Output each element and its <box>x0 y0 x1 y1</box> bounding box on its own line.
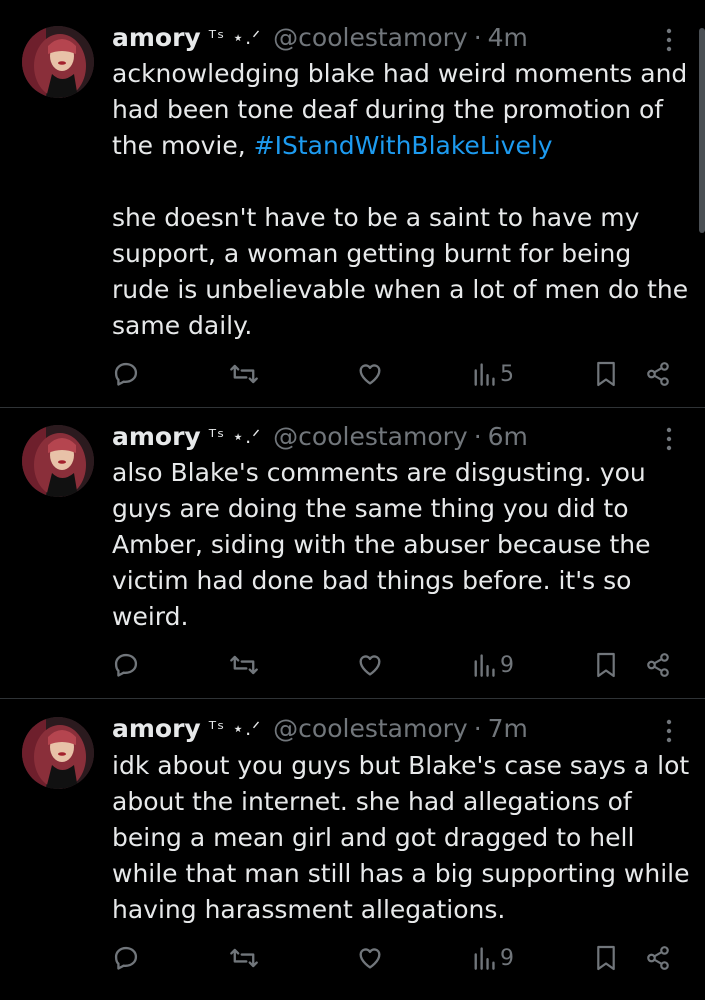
tweet-text: acknowledging blake had weird moments an… <box>112 56 692 344</box>
repost-button[interactable] <box>229 941 259 975</box>
tweet[interactable]: amory ᵀˢ ⋆.ᐟ @coolestamory · 6m also Bla… <box>0 408 705 698</box>
tweet-text: also Blake's comments are disgusting. yo… <box>112 458 651 631</box>
like-button[interactable] <box>356 357 384 391</box>
like-button[interactable] <box>356 648 384 682</box>
tweet-text: idk about you guys but Blake's case says… <box>112 751 690 924</box>
share-icon <box>647 653 669 677</box>
bookmark-button[interactable] <box>595 941 617 975</box>
repost-button[interactable] <box>229 357 259 391</box>
tweet-header: amory ᵀˢ ⋆.ᐟ @coolestamory · 4m <box>112 21 528 55</box>
views-button[interactable]: 9 <box>472 941 514 975</box>
author-handle[interactable]: @coolestamory <box>273 420 468 454</box>
repost-icon <box>230 364 258 384</box>
heart-icon <box>359 948 381 969</box>
tweet-timestamp[interactable]: 7m <box>488 712 528 746</box>
reply-button[interactable] <box>112 941 140 975</box>
separator-dot: · <box>473 422 482 451</box>
avatar[interactable] <box>22 425 94 497</box>
tweet-timestamp[interactable]: 6m <box>488 420 528 454</box>
reply-button[interactable] <box>112 357 140 391</box>
author-name-decoration: ᵀˢ ⋆.ᐟ <box>208 27 262 49</box>
reply-icon <box>114 362 138 386</box>
tweet-header: amory ᵀˢ ⋆.ᐟ @coolestamory · 6m <box>112 420 528 454</box>
share-icon <box>647 362 669 386</box>
author-display-name[interactable]: amory <box>112 21 201 55</box>
views-button[interactable]: 9 <box>472 648 514 682</box>
reply-icon <box>114 653 138 677</box>
avatar[interactable] <box>22 717 94 789</box>
views-count: 9 <box>500 945 514 971</box>
author-handle[interactable]: @coolestamory <box>273 712 468 746</box>
tweet[interactable]: amory ᵀˢ ⋆.ᐟ @coolestamory · 7m idk abou… <box>0 699 705 999</box>
author-display-name[interactable]: amory <box>112 420 201 454</box>
bookmark-button[interactable] <box>595 357 617 391</box>
tweet-header: amory ᵀˢ ⋆.ᐟ @coolestamory · 7m <box>112 712 528 746</box>
tweet-actions: 5 <box>0 357 705 391</box>
separator-dot: · <box>473 23 482 52</box>
views-icon <box>474 363 495 386</box>
heart-icon <box>359 655 381 676</box>
tweet-actions: 9 <box>0 648 705 682</box>
share-button[interactable] <box>645 648 671 682</box>
repost-icon <box>230 948 258 968</box>
bookmark-button[interactable] <box>595 648 617 682</box>
views-count: 5 <box>500 361 514 387</box>
hashtag-link[interactable]: #IStandWithBlakeLively <box>254 131 553 160</box>
author-display-name[interactable]: amory <box>112 712 201 746</box>
separator-dot: · <box>473 714 482 743</box>
views-icon <box>474 654 495 677</box>
share-icon <box>647 946 669 970</box>
bookmark-icon <box>597 361 615 387</box>
avatar[interactable] <box>22 26 94 98</box>
author-handle[interactable]: @coolestamory <box>273 21 468 55</box>
repost-icon <box>230 655 258 675</box>
tweet-actions: 9 <box>0 941 705 975</box>
views-button[interactable]: 5 <box>472 357 514 391</box>
tweet-text-part: she doesn't have to be a saint to have m… <box>112 203 689 340</box>
tweet-timestamp[interactable]: 4m <box>488 21 528 55</box>
tweet[interactable]: amory ᵀˢ ⋆.ᐟ @coolestamory · 4m acknowle… <box>0 0 705 407</box>
share-button[interactable] <box>645 357 671 391</box>
bookmark-icon <box>597 652 615 678</box>
author-name-decoration: ᵀˢ ⋆.ᐟ <box>208 718 262 740</box>
reply-icon <box>114 946 138 970</box>
more-vertical-icon[interactable] <box>657 422 681 456</box>
like-button[interactable] <box>356 941 384 975</box>
views-icon <box>474 947 495 970</box>
reply-button[interactable] <box>112 648 140 682</box>
bookmark-icon <box>597 945 615 971</box>
more-vertical-icon[interactable] <box>657 23 681 57</box>
heart-icon <box>359 364 381 385</box>
views-count: 9 <box>500 652 514 678</box>
author-name-decoration: ᵀˢ ⋆.ᐟ <box>208 426 262 448</box>
more-vertical-icon[interactable] <box>657 714 681 748</box>
share-button[interactable] <box>645 941 671 975</box>
repost-button[interactable] <box>229 648 259 682</box>
